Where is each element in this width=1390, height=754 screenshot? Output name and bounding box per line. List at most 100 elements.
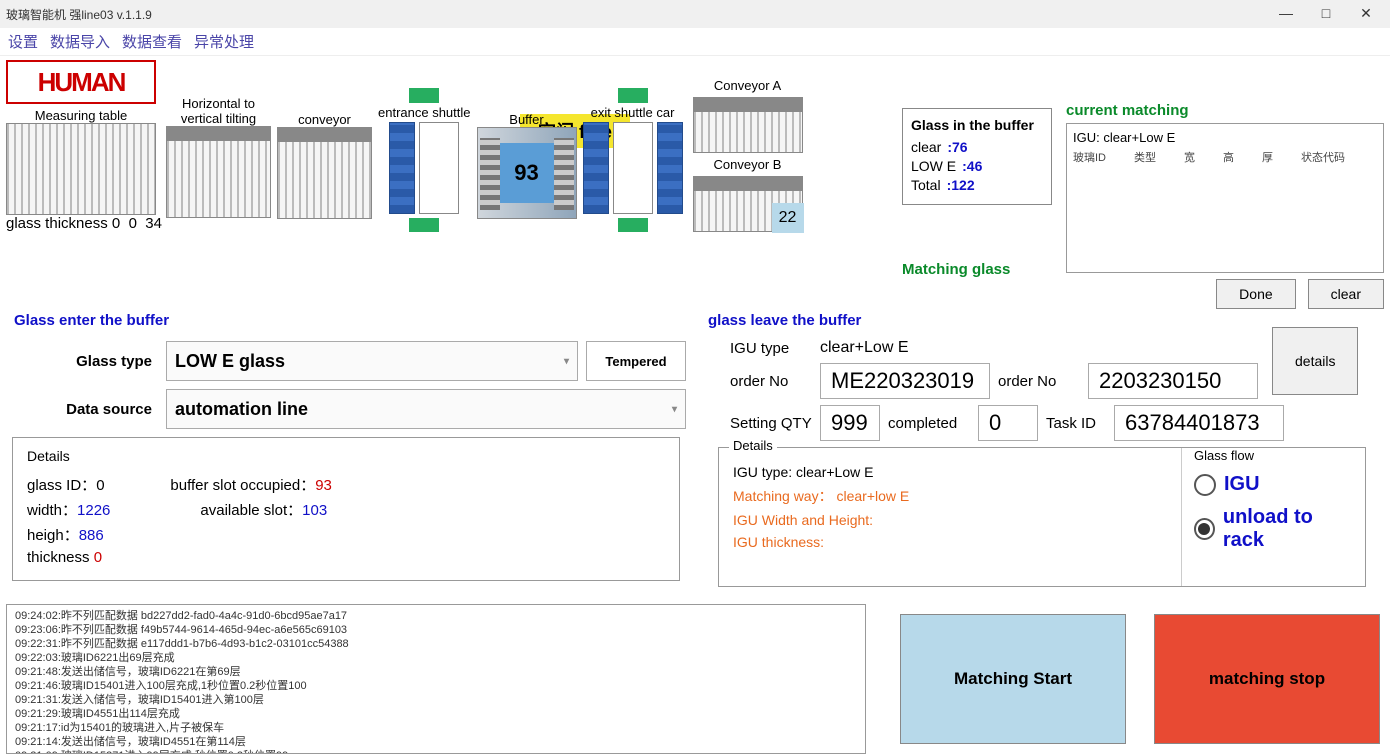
log-line: 09:22:31:昨不列匹配数据 e117ddd1-b7b6-4d93-b1c2… bbox=[15, 637, 857, 651]
width-lbl: width： bbox=[27, 502, 77, 519]
order-no-lbl2: order No bbox=[998, 373, 1080, 390]
close-button[interactable]: ✕ bbox=[1346, 0, 1386, 26]
menu-settings[interactable]: 设置 bbox=[8, 31, 38, 52]
exit-label: exit shuttle car bbox=[591, 105, 675, 120]
entrance-shuttle-car bbox=[389, 122, 415, 214]
leave-details: Details IGU type: clear+Low E Matching w… bbox=[718, 447, 1366, 587]
log-line: 09:23:06:昨不列匹配数据 f49b5744-9614-465d-94ec… bbox=[15, 623, 857, 637]
log-line: 09:21:48:发送出储信号，玻璃ID6221在第69层 bbox=[15, 665, 857, 679]
leave-details-title: Details bbox=[729, 438, 777, 453]
tilting-label2: vertical tilting bbox=[181, 111, 256, 126]
cm-col-type: 类型 bbox=[1134, 149, 1156, 165]
glass-type-label: Glass type bbox=[6, 353, 166, 370]
width-val: 1226 bbox=[77, 502, 110, 519]
task-id-lbl: Task ID bbox=[1046, 415, 1106, 432]
enter-title: Glass enter the buffer bbox=[6, 308, 686, 333]
igu-type-lbl: IGU type bbox=[730, 340, 812, 357]
conveyorB-label: Conveyor B bbox=[693, 157, 803, 172]
chevron-down-icon: ▾ bbox=[564, 356, 569, 367]
data-source-label: Data source bbox=[6, 401, 166, 418]
glass-in-buffer-panel: Glass in the buffer clear:76 LOW E:46 To… bbox=[902, 108, 1052, 205]
window-title: 玻璃智能机 强line03 v.1.1.9 bbox=[6, 6, 152, 23]
buffer-label: Buffer bbox=[509, 112, 543, 127]
details-button[interactable]: details bbox=[1272, 327, 1358, 395]
log-box[interactable]: 09:24:02:昨不列匹配数据 bd227dd2-fad0-4a4c-91d0… bbox=[6, 604, 866, 754]
menu-view[interactable]: 数据查看 bbox=[122, 31, 182, 52]
glass-id-val: 0 bbox=[96, 477, 104, 494]
bottom-label: glass thickness bbox=[6, 215, 108, 232]
current-matching-panel: current matching IGU: clear+Low E 玻璃ID 类… bbox=[1066, 102, 1384, 309]
exit-shuttle-car2 bbox=[657, 122, 683, 214]
gib-total-val: :122 bbox=[947, 177, 975, 193]
glass-enter-panel: Glass enter the buffer Glass type LOW E … bbox=[6, 308, 686, 587]
log-line: 09:21:09:玻璃ID15371进入99层充成,秒位置0.2秒位置99 bbox=[15, 749, 857, 754]
matching-stop-button[interactable]: matching stop bbox=[1154, 614, 1380, 744]
buffer-viz: 93 bbox=[477, 127, 577, 219]
done-button[interactable]: Done bbox=[1216, 279, 1295, 309]
conveyorA-label: Conveyor A bbox=[693, 78, 803, 93]
cm-igu: IGU: clear+Low E bbox=[1073, 130, 1377, 145]
tempered-box[interactable]: Tempered bbox=[586, 341, 686, 381]
order-no-val2[interactable]: 2203230150 bbox=[1088, 363, 1258, 399]
clear-button[interactable]: clear bbox=[1308, 279, 1384, 309]
gib-title: Glass in the buffer bbox=[911, 117, 1043, 133]
exit-shuttle-car bbox=[583, 122, 609, 214]
height-lbl: heigh： bbox=[27, 527, 79, 544]
cm-col-s: 状态代码 bbox=[1301, 149, 1345, 165]
glass-flow-title: Glass flow bbox=[1194, 448, 1351, 463]
tilting-label1: Horizontal to bbox=[182, 96, 255, 111]
log-line: 09:21:14:发送出储信号，玻璃ID4551在第114层 bbox=[15, 735, 857, 749]
exit-green-bottom bbox=[618, 218, 648, 233]
order-no-val1[interactable]: ME220323019 bbox=[820, 363, 990, 399]
gib-lowe-val: :46 bbox=[962, 158, 982, 174]
igu-type-val: clear+Low E bbox=[820, 339, 909, 357]
slot-occ-lbl: buffer slot occupied： bbox=[170, 477, 315, 494]
setting-qty-lbl: Setting QTY bbox=[730, 415, 812, 432]
thickness-val: 0 bbox=[94, 549, 102, 566]
radio-unload[interactable]: unload to rack bbox=[1194, 506, 1351, 552]
task-id-val[interactable]: 63784401873 bbox=[1114, 405, 1284, 441]
tilting-viz bbox=[166, 126, 271, 218]
cm-title: current matching bbox=[1066, 102, 1384, 119]
completed-lbl: completed bbox=[888, 415, 970, 432]
data-source-dropdown[interactable]: automation line ▾ bbox=[166, 389, 686, 429]
glass-id-lbl: glass ID： bbox=[27, 477, 96, 494]
glass-flow-panel: Glass flow IGU unload to rack bbox=[1181, 448, 1351, 586]
cm-box: IGU: clear+Low E 玻璃ID 类型 宽 高 厚 状态代码 bbox=[1066, 123, 1384, 273]
height-val: 886 bbox=[79, 527, 104, 544]
main-area: 空闲 free HUMAN Measuring table Horizontal… bbox=[0, 56, 1390, 236]
radio-igu[interactable]: IGU bbox=[1194, 473, 1351, 496]
maximize-button[interactable]: □ bbox=[1306, 0, 1346, 26]
entrance-label: entrance shuttle bbox=[378, 105, 471, 120]
slot-ava-lbl: available slot： bbox=[200, 502, 302, 519]
logo: HUMAN bbox=[6, 60, 156, 104]
radio-icon bbox=[1194, 518, 1215, 540]
radio-icon bbox=[1194, 474, 1216, 496]
cm-col-h: 高 bbox=[1223, 149, 1234, 165]
radio-unload-label: unload to rack bbox=[1223, 506, 1351, 552]
completed-val[interactable]: 0 bbox=[978, 405, 1038, 441]
entrance-green-bottom bbox=[409, 218, 439, 233]
conveyorB-value: 22 bbox=[772, 203, 804, 233]
minimize-button[interactable]: — bbox=[1266, 0, 1306, 26]
glass-type-dropdown[interactable]: LOW E glass ▾ bbox=[166, 341, 578, 381]
menu-import[interactable]: 数据导入 bbox=[50, 31, 110, 52]
matching-glass-label: Matching glass bbox=[902, 261, 1010, 278]
log-line: 09:21:46:玻璃ID15401进入100层充成,1秒位置0.2秒位置100 bbox=[15, 679, 857, 693]
entrance-slot bbox=[419, 122, 459, 214]
exit-green-top bbox=[618, 88, 648, 103]
gib-total-lbl: Total bbox=[911, 177, 941, 193]
radio-igu-label: IGU bbox=[1224, 473, 1260, 496]
data-source-value: automation line bbox=[175, 399, 308, 420]
menu-exception[interactable]: 异常处理 bbox=[194, 31, 254, 52]
slot-ava-val: 103 bbox=[302, 502, 327, 519]
setting-qty-val[interactable]: 999 bbox=[820, 405, 880, 441]
matching-start-button[interactable]: Matching Start bbox=[900, 614, 1126, 744]
conveyor-label: conveyor bbox=[298, 112, 351, 127]
conveyorB-viz: 22 bbox=[693, 176, 803, 232]
chevron-down-icon: ▾ bbox=[672, 404, 677, 415]
log-line: 09:21:31:发送入储信号，玻璃ID15401进入第100层 bbox=[15, 693, 857, 707]
glass-type-value: LOW E glass bbox=[175, 351, 285, 372]
cm-col-t: 厚 bbox=[1262, 149, 1273, 165]
buffer-count: 93 bbox=[499, 143, 555, 203]
